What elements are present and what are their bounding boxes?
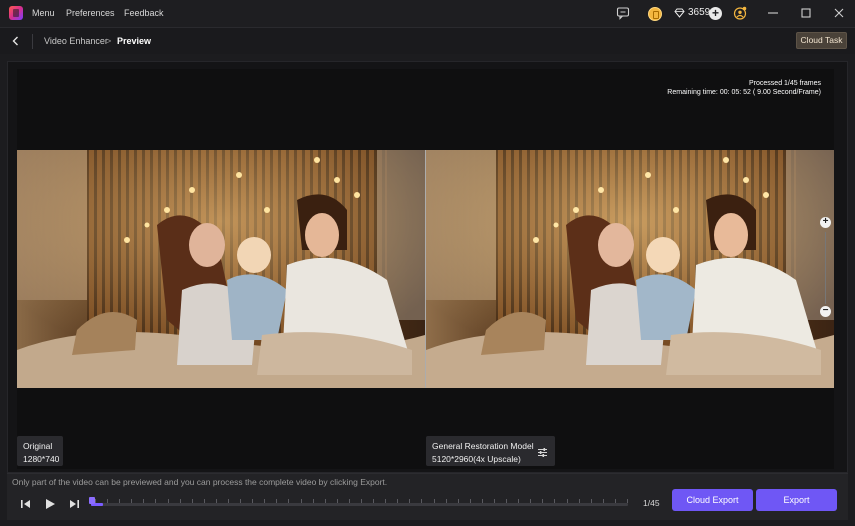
export-button[interactable]: Export	[756, 489, 837, 511]
zoom-in-button[interactable]: +	[820, 217, 831, 228]
processed-frames-text: Processed 1/45 frames	[749, 80, 821, 87]
original-video-frame[interactable]	[17, 150, 425, 388]
frame-counter: 1/45	[643, 498, 660, 508]
back-arrow-icon[interactable]	[10, 35, 22, 47]
cloud-task-button[interactable]: Cloud Task	[796, 32, 847, 49]
model-name: General Restoration Model	[432, 441, 534, 451]
original-label: Original 1280*740	[17, 436, 63, 466]
zoom-out-button[interactable]: −	[820, 306, 831, 317]
page-header: Video Enhancer > Preview Cloud Task	[0, 27, 855, 54]
maximize-icon[interactable]	[799, 6, 813, 20]
chat-icon[interactable]	[616, 6, 630, 20]
feedback-button[interactable]: Feedback	[124, 8, 164, 18]
menu-button[interactable]: Menu	[32, 8, 55, 18]
timeline-ticks	[95, 499, 628, 503]
original-resolution: 1280*740	[23, 454, 60, 464]
user-badge-icon[interactable]	[733, 6, 747, 20]
model-settings-icon[interactable]	[537, 447, 548, 458]
close-icon[interactable]	[832, 6, 846, 20]
play-icon[interactable]	[43, 497, 57, 511]
preview-hint-text: Only part of the video can be previewed …	[12, 477, 388, 487]
processing-status: Processed 1/45 frames Remaining time: 00…	[667, 80, 821, 97]
timeline-playhead[interactable]	[89, 497, 95, 504]
enhanced-resolution: 5120*2960(4x Upscale)	[432, 454, 521, 464]
timeline-track[interactable]	[91, 503, 628, 506]
preferences-button[interactable]: Preferences	[66, 8, 115, 18]
app-logo-icon	[9, 6, 23, 20]
minimize-icon[interactable]	[766, 6, 780, 20]
breadcrumb-separator: >	[106, 36, 112, 46]
gem-count: 3659	[688, 7, 711, 18]
breadcrumb-preview: Preview	[117, 36, 152, 46]
breadcrumb-video-enhancer[interactable]: Video Enhancer	[44, 36, 108, 46]
next-frame-icon[interactable]	[67, 497, 81, 511]
original-title: Original	[23, 441, 53, 451]
cloud-export-button[interactable]: Cloud Export	[672, 489, 753, 511]
zoom-slider-track[interactable]	[825, 232, 826, 304]
coin-icon[interactable]	[648, 7, 662, 21]
title-bar: Menu Preferences Feedback 3659 +	[0, 0, 855, 27]
enhanced-video-frame[interactable]	[426, 150, 834, 388]
remaining-time-text: Remaining time: 00: 05: 52 ( 9.00 Second…	[667, 88, 821, 96]
add-gems-button[interactable]: +	[709, 7, 722, 20]
previous-frame-icon[interactable]	[19, 497, 33, 511]
header-divider	[32, 34, 33, 49]
model-label: General Restoration Model 5120*2960(4x U…	[426, 436, 555, 466]
gem-balance[interactable]: 3659	[674, 7, 710, 18]
diamond-icon	[674, 8, 685, 18]
